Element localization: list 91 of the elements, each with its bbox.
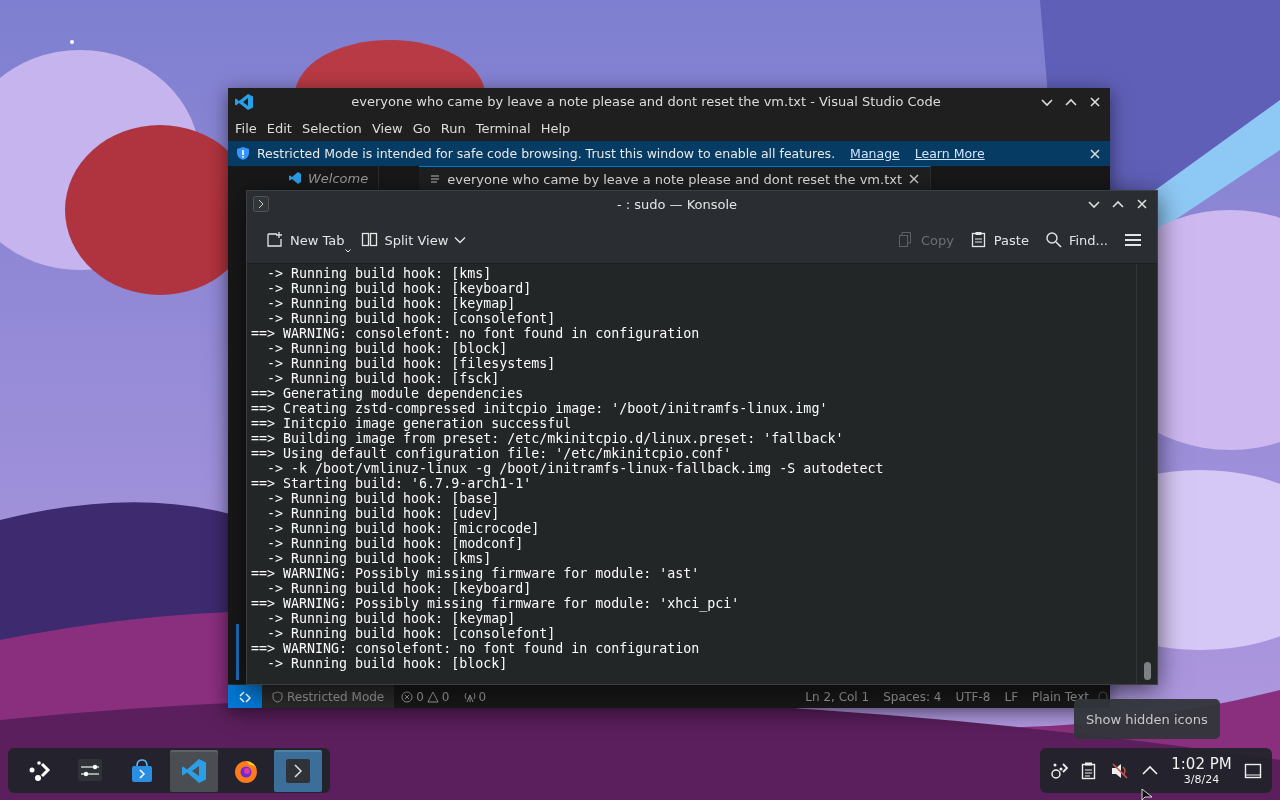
output-line: -> Running build hook: [keymap]	[266, 296, 517, 311]
output-line: -> Running build hook: [consolefont]	[266, 311, 557, 326]
output-line: -> Running build hook: [kms]	[266, 266, 493, 281]
new-tab-button[interactable]: New Tab	[261, 227, 350, 253]
problems-indicator[interactable]: 0 0	[394, 689, 457, 704]
banner-link[interactable]: Learn More	[914, 146, 985, 161]
warning-count: 0	[441, 689, 450, 704]
error-icon	[401, 690, 414, 703]
speaker-muted-icon[interactable]	[1109, 760, 1130, 781]
banner-text: Restricted Mode is intended for safe code browsing. Trust this window to enable all features.	[257, 146, 836, 161]
output-line: ==> Creating zstd-compressed initcpio image: '/boot/initramfs-linux.img'	[251, 401, 829, 416]
close-icon[interactable]	[1088, 146, 1102, 161]
clipboard-icon	[969, 231, 988, 249]
output-line: ==> WARNING: Possibly missing firmware for module: 'xhci_pci'	[251, 596, 741, 611]
output-line: -> Running build hook: [base]	[266, 491, 501, 506]
clock-date[interactable]: 3/8/24	[1183, 772, 1220, 786]
antenna-icon	[463, 690, 476, 703]
output-line: ==> Using default configuration file: '/etc/mkinitcpio.conf'	[251, 446, 733, 461]
menu-item[interactable]: Help	[535, 117, 576, 139]
window-title: - : sudo — Konsole	[615, 196, 739, 212]
menu-item[interactable]: Run	[435, 117, 471, 139]
output-line: ==> WARNING: consolefont: no font found in configuration	[251, 326, 701, 341]
menu-item[interactable]: Go	[407, 117, 436, 139]
split-view-icon	[360, 231, 379, 249]
output-line: -> Running build hook: [block]	[266, 341, 509, 356]
output-line: -> -k /boot/vmlinuz-linux -g /boot/initramfs-linux-fallback.img -S autodetect	[266, 461, 885, 476]
error-count: 0	[416, 689, 424, 704]
paste-button[interactable]: Paste	[964, 227, 1034, 253]
app-logo-icon	[234, 91, 254, 112]
status-text: Restricted Mode	[287, 689, 385, 704]
find-button[interactable]: Find...	[1039, 227, 1113, 253]
tab-label: Welcome	[308, 170, 369, 186]
sliders-icon	[77, 757, 103, 784]
editor-line-marker	[235, 624, 239, 680]
output-line: -> Running build hook: [modconf]	[266, 536, 525, 551]
output-line: -> Running build hook: [keyboard]	[266, 581, 533, 596]
status-item[interactable]: Spaces: 4	[876, 689, 949, 704]
tooltip: Show hidden icons	[1074, 699, 1220, 739]
output-line: ==> WARNING: Possibly missing firmware for module: 'ast'	[251, 566, 701, 581]
output-line: -> Running build hook: [consolefont]	[266, 626, 557, 641]
window-title: everyone who came by leave a note please and dont reset the vm.txt - Visual Studio Code	[350, 94, 942, 109]
output-line: -> Running build hook: [microcode]	[266, 521, 541, 536]
editor-tab[interactable]: everyone who came by leave a note please and dont reset the vm.txt	[419, 166, 932, 191]
close-icon[interactable]	[908, 173, 921, 185]
banner-link[interactable]: Manage	[850, 146, 900, 161]
shield-icon	[236, 146, 250, 161]
output-line: ==> WARNING: consolefont: no font found in configuration	[251, 641, 701, 656]
mouse-pointer-icon	[1141, 789, 1153, 800]
menu-item[interactable]: File	[230, 117, 262, 139]
menu-icon	[1124, 231, 1142, 249]
menu-item[interactable]: View	[366, 117, 408, 139]
scrollbar-thumb[interactable]	[1143, 662, 1151, 680]
app-logo-icon	[288, 171, 302, 185]
shopping-bag-icon	[129, 757, 155, 784]
output-line: -> Running build hook: [keyboard]	[266, 281, 533, 296]
caret-icon	[454, 236, 467, 244]
network-icon[interactable]	[1049, 760, 1070, 781]
status-item[interactable]: LF	[997, 689, 1026, 704]
output-line: ==> Generating module dependencies	[251, 386, 525, 401]
menu-item[interactable]: Terminal	[470, 117, 536, 139]
port-count: 0	[478, 689, 487, 704]
split-view-button[interactable]: Split View	[355, 227, 472, 253]
status-item[interactable]: UTF-8	[948, 689, 998, 704]
output-line: -> Running build hook: [block]	[266, 656, 509, 671]
warning-icon	[426, 690, 439, 703]
remote-button[interactable]	[228, 685, 262, 708]
scrollbar[interactable]	[1136, 264, 1157, 684]
output-line: -> Running build hook: [udev]	[266, 506, 501, 521]
terminal-icon	[253, 196, 269, 212]
output-line: ==> Initcpio image generation successful	[251, 416, 573, 431]
text-file-icon	[429, 173, 442, 185]
output-line: ==> Building image from preset: /etc/mkinitcpio.d/linux.preset: 'fallback'	[251, 431, 845, 446]
ports-indicator[interactable]: 0	[456, 689, 494, 704]
output-line: -> Running build hook: [filesystems]	[266, 356, 557, 371]
code-editor-icon	[181, 757, 207, 784]
caret-icon	[344, 249, 351, 253]
new-tab-icon	[266, 231, 284, 249]
shield-icon	[272, 690, 283, 703]
clock-time[interactable]: 1:02 PM	[1171, 755, 1232, 773]
output-line: -> Running build hook: [fsck]	[266, 371, 501, 386]
output-line: ==> Starting build: '6.7.9-arch1-1'	[251, 476, 533, 491]
remote-icon	[238, 689, 252, 704]
search-icon	[1044, 231, 1063, 249]
output-line: -> Running build hook: [kms]	[266, 551, 493, 566]
menu-item[interactable]: Edit	[261, 117, 297, 139]
restricted-mode-indicator[interactable]: Restricted Mode	[262, 685, 395, 708]
tab-label: everyone who came by leave a note please and dont reset the vm.txt	[447, 171, 903, 187]
status-item[interactable]: Ln 2, Col 1	[798, 689, 877, 704]
menu-item[interactable]: Selection	[296, 117, 367, 139]
output-line: -> Running build hook: [keymap]	[266, 611, 517, 626]
terminal-icon	[285, 757, 311, 784]
